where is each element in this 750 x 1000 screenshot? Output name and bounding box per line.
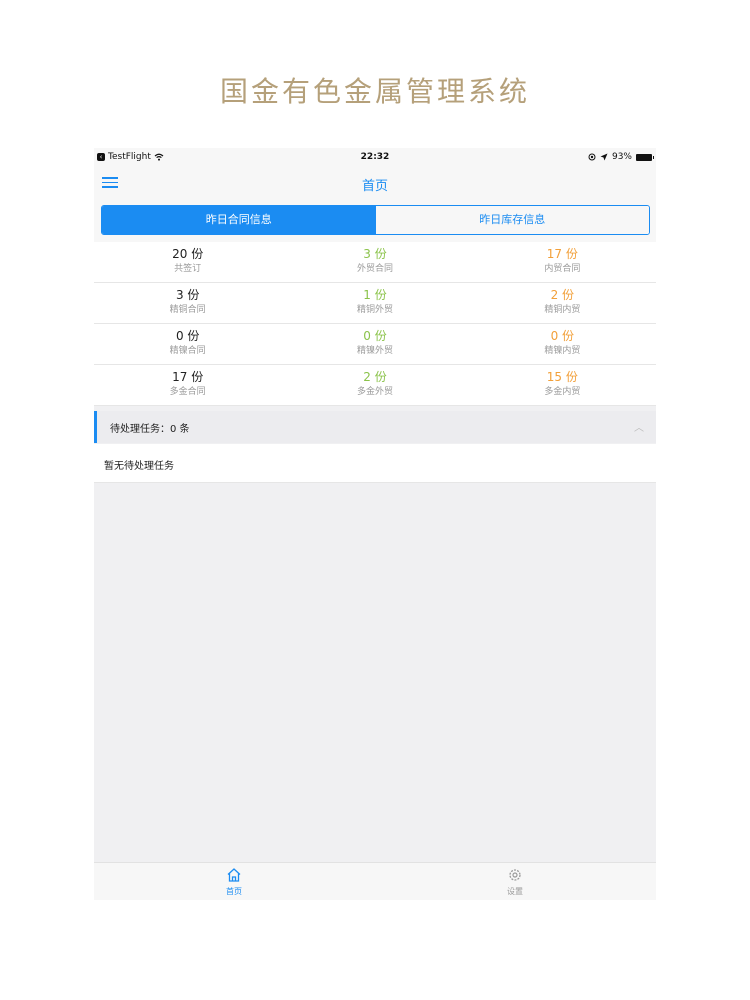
stat-cell: 20 份 共签订	[94, 242, 281, 282]
segment-control: 昨日合同信息 昨日库存信息	[101, 205, 650, 235]
stat-cell: 3 份 外贸合同	[281, 242, 468, 282]
pending-tasks-header[interactable]: 待处理任务：0 条 ︿	[94, 411, 656, 443]
stat-label: 精镍合同	[169, 346, 206, 356]
tab-bar: 首页 设置	[94, 862, 656, 900]
stat-value: 0 份	[550, 329, 575, 343]
stat-cell: 15 份 多金内贸	[469, 365, 656, 405]
gear-icon	[509, 869, 521, 881]
stat-value: 1 份	[363, 288, 387, 302]
stat-cell: 2 份 多金外贸	[281, 365, 468, 405]
stat-value: 0 份	[363, 329, 387, 343]
stat-value: 17 份	[172, 370, 204, 384]
segment-contract-info[interactable]: 昨日合同信息	[102, 206, 376, 234]
stat-cell: 3 份 精铜合同	[94, 283, 281, 323]
tab-settings-label: 设置	[507, 887, 523, 896]
stat-value: 15 份	[546, 370, 578, 384]
pending-tasks-count: 待处理任务：0 条	[110, 424, 190, 435]
rotation-lock-icon	[588, 153, 596, 161]
battery-icon	[636, 153, 654, 161]
stat-value: 3 份	[175, 288, 200, 302]
status-bar: ‹ TestFlight 22:32 93%	[94, 148, 656, 168]
device-screen: ‹ TestFlight 22:32 93% 首页 昨日合同信息 昨日库存信息 …	[94, 148, 656, 900]
stat-cell: 17 份 内贸合同	[469, 242, 656, 282]
stat-label: 精铜内贸	[544, 305, 581, 315]
stat-value: 2 份	[363, 370, 387, 384]
battery-percent: 93%	[611, 152, 632, 162]
stat-label: 精铜外贸	[356, 305, 393, 315]
chevron-up-icon[interactable]: ︿	[634, 419, 644, 434]
stat-value: 20 份	[172, 247, 204, 261]
stat-value: 17 份	[546, 247, 578, 261]
stats-row-multi-metal: 17 份 多金合同 2 份 多金外贸 15 份 多金内贸	[94, 365, 656, 406]
nav-bar: 首页	[94, 168, 656, 202]
stat-cell: 2 份 精铜内贸	[469, 283, 656, 323]
stat-label: 共签订	[174, 264, 202, 274]
stats-row-copper: 3 份 精铜合同 1 份 精铜外贸 2 份 精铜内贸	[94, 283, 656, 324]
stat-label: 精镍内贸	[544, 346, 581, 356]
stat-value: 0 份	[175, 329, 200, 343]
tab-home[interactable]: 首页	[204, 867, 264, 897]
stat-cell: 17 份 多金合同	[94, 365, 281, 405]
stat-label: 多金内贸	[544, 387, 581, 397]
stat-label: 外贸合同	[356, 264, 393, 274]
location-icon	[600, 153, 608, 161]
stat-value: 3 份	[363, 247, 387, 261]
stat-label: 多金合同	[169, 387, 206, 397]
page: 国金有色金属管理系统 ‹ TestFlight 22:32 93% 首页 昨日合…	[0, 0, 750, 1000]
stat-label: 内贸合同	[544, 264, 581, 274]
segment-control-container: 昨日合同信息 昨日库存信息	[94, 202, 656, 242]
segment-inventory-info[interactable]: 昨日库存信息	[375, 206, 649, 234]
stat-label: 精镍外贸	[356, 346, 393, 356]
nav-title: 首页	[361, 179, 388, 194]
stat-cell: 0 份 精镍合同	[94, 324, 281, 364]
page-heading: 国金有色金属管理系统	[219, 75, 530, 108]
empty-tasks-message: 暂无待处理任务	[104, 461, 174, 472]
stat-label: 精铜合同	[169, 305, 206, 315]
stats-row-total: 20 份 共签订 3 份 外贸合同 17 份 内贸合同	[94, 242, 656, 283]
stats-row-nickel: 0 份 精镍合同 0 份 精镍外贸 0 份 精镍内贸	[94, 324, 656, 365]
home-icon	[227, 868, 241, 882]
stat-cell: 0 份 精镍外贸	[281, 324, 468, 364]
tab-home-label: 首页	[226, 887, 242, 896]
tab-settings[interactable]: 设置	[485, 867, 545, 897]
pending-tasks-empty: 暂无待处理任务	[94, 444, 656, 483]
stat-value: 2 份	[550, 288, 575, 302]
status-time: 22:32	[360, 152, 390, 162]
stats-table: 20 份 共签订 3 份 外贸合同 17 份 内贸合同 3 份 精铜合同 1 份…	[94, 242, 656, 406]
stat-cell: 0 份 精镍内贸	[469, 324, 656, 364]
stat-label: 多金外贸	[356, 387, 393, 397]
status-right: 93%	[588, 152, 654, 162]
stat-cell: 1 份 精铜外贸	[281, 283, 468, 323]
